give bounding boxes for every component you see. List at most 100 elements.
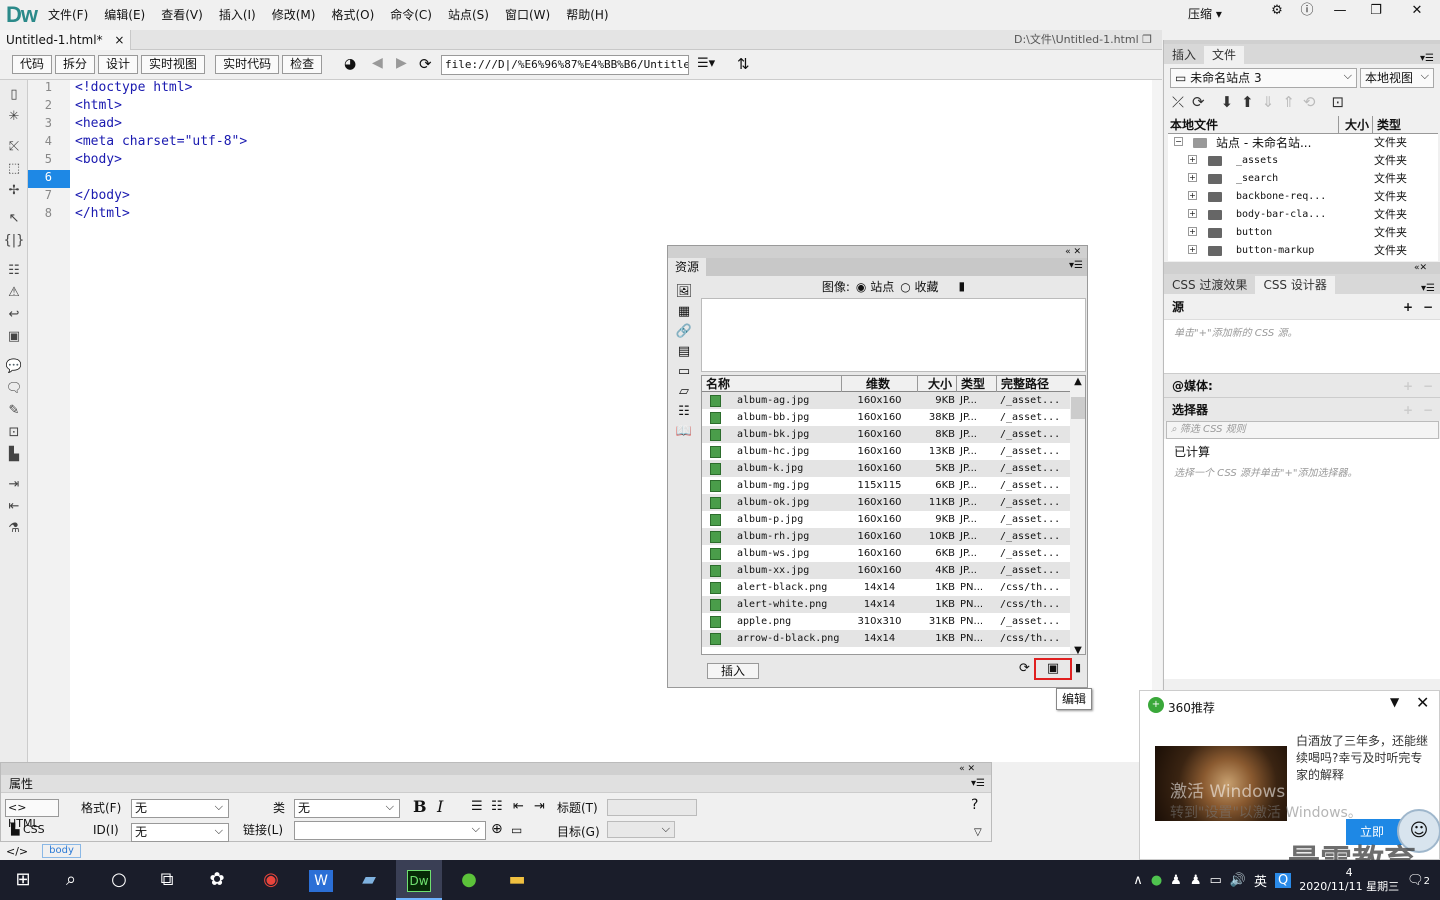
balance-braces-icon[interactable]: {|} [0,230,28,252]
panel-menu-icon[interactable]: ▾☰ [1421,283,1440,294]
file-tree-item[interactable]: + button 文件夹 [1168,224,1438,242]
info-icon[interactable]: ⓘ [1292,0,1322,24]
notepad-icon[interactable]: ▰ [346,860,392,900]
colors-category-icon[interactable]: ▦ [674,302,694,322]
get-files-icon[interactable]: ⬇ [1221,93,1234,111]
wps-icon[interactable]: W [309,870,333,892]
favorites-radio[interactable]: ○ 收藏 [900,278,938,295]
cortana-icon[interactable]: ○ [96,860,142,900]
sync-files-icon[interactable]: ⟲ [1303,93,1316,111]
code-scrollbar[interactable] [1152,80,1162,762]
address-input[interactable]: file:///D|/%E6%96%87%E4%BB%B6/Untitled [441,55,689,75]
bold-icon[interactable]: B [413,797,427,816]
asset-row[interactable]: alert-black.png 14x14 1KB PN... /css/th... [702,579,1085,596]
file-tree-item[interactable]: + body-bar-cla... 文件夹 [1168,206,1438,224]
qq2-icon[interactable]: ♟ [1190,873,1202,888]
put-files-icon[interactable]: ⬆ [1241,93,1254,111]
expand-icon[interactable]: + [1188,245,1197,254]
windows-start-icon[interactable]: ⊞ [0,860,46,900]
tab-assets[interactable]: 资源 [668,258,707,276]
tab-css-transitions[interactable]: CSS 过渡效果 [1164,276,1256,294]
col-dimensions[interactable]: 维数 [841,376,917,392]
melon-app-icon[interactable]: ● [446,860,492,900]
wechat-icon[interactable]: ● [1151,873,1162,888]
expand-icon[interactable]: + [1188,227,1197,236]
pinwheel-app-icon[interactable]: ✿ [194,860,240,900]
open-documents-icon[interactable]: ▯ [0,84,28,106]
add-to-favorites-icon[interactable]: ▮ [1075,661,1081,674]
asset-row[interactable]: alert-white.png 14x14 1KB PN... /css/th... [702,596,1085,613]
class-select[interactable]: 无 [294,798,400,818]
filter-css-input[interactable]: ⌕ 筛选 CSS 规则 [1166,421,1439,439]
col-full-path[interactable]: 完整路径 [996,376,1049,392]
asset-row[interactable]: album-k.jpg 160x160 5KB JP... /_asset... [702,460,1085,477]
back-arrow-icon[interactable]: ◀ [372,55,383,71]
unordered-list-icon[interactable]: ☰ [471,799,483,814]
col-type[interactable]: 类型 [956,376,985,392]
help-icon[interactable]: ? [971,797,978,813]
indent-icon[interactable]: ⇥ [0,474,28,496]
file-tree-item[interactable]: + backbone-req... 文件夹 [1168,188,1438,206]
link-input[interactable] [294,820,486,840]
edit-button[interactable]: ▣ [1034,658,1072,680]
sync-scroll-icon[interactable]: ⇅ [737,55,750,73]
menu-format[interactable]: 格式(O) [323,0,382,30]
assets-panel-handle[interactable]: « ✕ [668,246,1087,258]
add-source-icon[interactable]: + [1403,295,1413,319]
design-view-button[interactable]: 设计 [98,55,139,74]
library-category-icon[interactable]: 📖 [674,422,694,442]
close-button[interactable]: ✕ [1394,0,1440,24]
target-select[interactable]: ⌵ [607,821,675,838]
add-selector-icon[interactable]: + [1403,398,1413,422]
expand-panel-icon[interactable]: ⊡ [1331,93,1344,111]
menu-help[interactable]: 帮助(H) [558,0,616,30]
browse-folder-icon[interactable]: ▭ [511,823,522,837]
asset-row[interactable]: album-rh.jpg 160x160 10KB JP... /_asset... [702,528,1085,545]
view-select[interactable]: 本地视图 [1360,67,1434,88]
expand-icon[interactable]: + [1188,209,1197,218]
notifications-icon[interactable]: 🗨2 [1407,873,1430,888]
remove-selector-icon[interactable]: − [1423,398,1433,422]
asset-row[interactable]: album-p.jpg 160x160 9KB JP... /_asset... [702,511,1085,528]
tray-up-icon[interactable]: ∧ [1133,873,1143,888]
format-source-icon[interactable]: ⚗ [0,518,28,540]
site-select[interactable]: ▭ 未命名站点 3 [1170,67,1357,88]
news-text[interactable]: 白酒放了三年多，还能继续喝吗?幸亏及时听完专家的解释 [1296,733,1434,784]
asset-row[interactable]: album-bb.jpg 160x160 38KB JP... /_asset... [702,409,1085,426]
tab-css-designer[interactable]: CSS 设计器 [1255,276,1335,294]
asset-row[interactable]: album-mg.jpg 115x115 6KB JP... /_asset... [702,477,1085,494]
menu-file[interactable]: 文件(F) [40,0,96,30]
add-media-icon[interactable]: + [1403,374,1413,398]
asset-row[interactable]: arrow-d-black.png 14x14 1KB PN... /css/th... [702,630,1085,647]
remove-comment-icon[interactable]: 🗨 [0,378,28,400]
globe-icon[interactable]: ◕ [344,56,356,72]
css-panel-handle[interactable]: «✕ [1164,262,1440,274]
insert-button[interactable]: 插入 [707,663,759,679]
asset-row[interactable]: album-xx.jpg 160x160 4KB JP... /_asset... [702,562,1085,579]
live-code-button[interactable]: 实时代码 [215,55,280,74]
templates-category-icon[interactable]: ☷ [674,402,694,422]
search-icon[interactable]: ⌕ [48,860,94,900]
asset-row[interactable]: album-hc.jpg 160x160 13KB JP... /_asset... [702,443,1085,460]
file-tree-root[interactable]: − 站点 - 未命名站... 文件夹 [1168,134,1438,152]
check-out-icon[interactable]: ⇓ [1262,93,1275,111]
network-icon[interactable]: ▭ [1209,873,1221,888]
images-category-icon[interactable]: 🖼 [674,282,694,302]
chrome-icon[interactable]: ◉ [248,860,294,900]
html-mode-button[interactable]: <> HTML [5,799,59,830]
remove-source-icon[interactable]: − [1423,295,1433,319]
col-size[interactable]: 大小 [917,376,952,392]
input-lang[interactable]: 英 [1254,871,1267,890]
clock[interactable]: 4 2020/11/11 星期三 [1299,866,1399,894]
body-tag[interactable]: body [42,844,81,858]
close-icon[interactable]: × [114,33,124,47]
check-in-icon[interactable]: ⇑ [1282,93,1295,111]
header-local-files[interactable]: 本地文件 [1170,116,1218,134]
urls-category-icon[interactable]: 🔗 [674,322,694,342]
file-tree-item[interactable]: + button-markup 文件夹 [1168,242,1438,260]
title-input[interactable] [607,799,697,816]
menu-edit[interactable]: 编辑(E) [96,0,153,30]
asset-row[interactable]: album-ok.jpg 160x160 11KB JP... /_asset... [702,494,1085,511]
ordered-list-icon[interactable]: ☷ [491,799,503,814]
task-view-icon[interactable]: ⧉ [144,860,190,900]
